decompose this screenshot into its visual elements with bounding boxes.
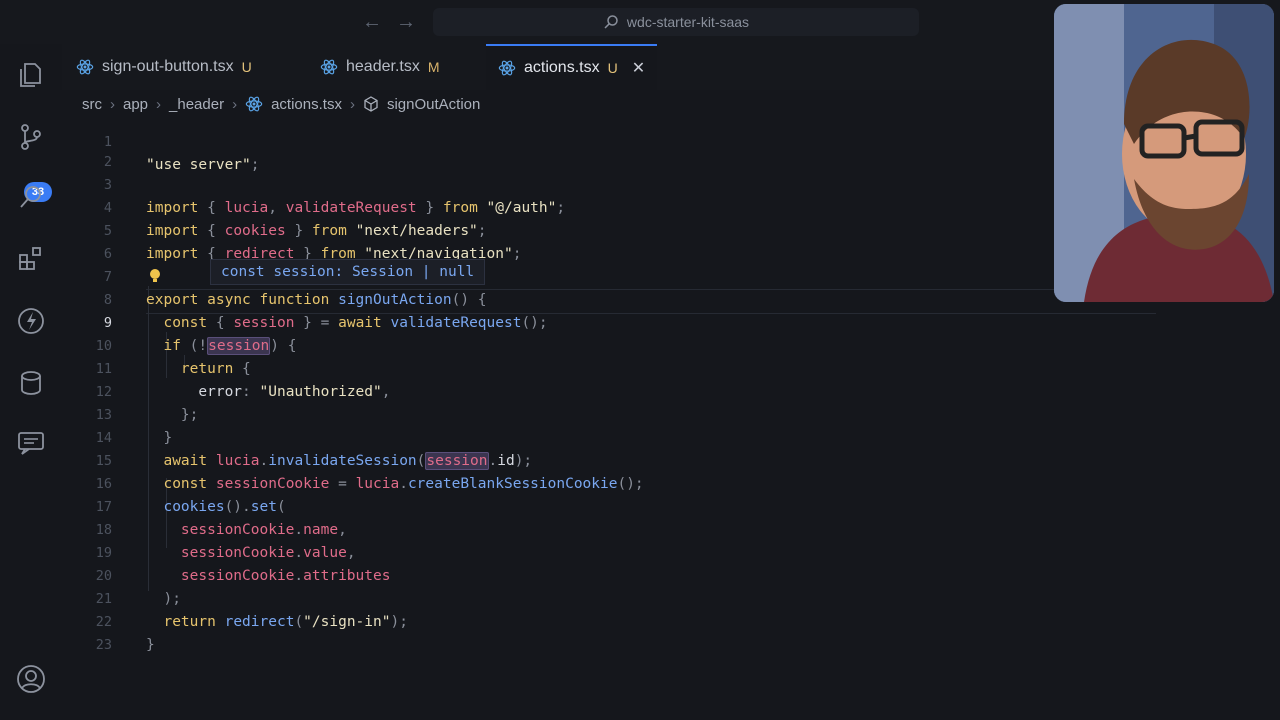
tab-status: M — [427, 59, 440, 75]
chevron-right-icon: › — [110, 95, 115, 113]
code-editor[interactable]: 1 "use server"; 2 3 import { lucia, vali… — [62, 116, 1156, 720]
webcam-person-image — [1054, 4, 1274, 302]
code-text: export async function signOutAction() { — [146, 292, 487, 308]
code-line: 7 export async function signOutAction() … — [62, 243, 487, 308]
tab-label: header.tsx — [346, 58, 420, 75]
code-line: 18 sessionCookie.value, — [62, 496, 356, 561]
code-line: 6 — [62, 220, 112, 262]
code-text: sessionCookie.attributes — [180, 568, 391, 584]
webcam-overlay — [1054, 4, 1274, 302]
arrow-left-icon[interactable]: ← — [362, 10, 382, 34]
hover-tooltip-text: const session: Session | null — [221, 264, 475, 280]
breadcrumb-item[interactable]: actions.tsx — [271, 96, 342, 113]
activity-bar: 33 — [0, 44, 62, 720]
code-text: ); — [163, 591, 181, 607]
react-icon — [498, 60, 516, 76]
code-line: 4 import { cookies } from "next/headers"… — [62, 174, 487, 239]
code-text: } — [146, 637, 155, 653]
tab-status: U — [607, 60, 618, 76]
database-icon[interactable] — [16, 368, 46, 398]
hover-tooltip: const session: Session | null — [210, 259, 486, 285]
code-text: const sessionCookie = lucia.createBlankS… — [163, 476, 644, 492]
code-text: }; — [180, 407, 199, 423]
code-line: 23 — [62, 611, 112, 653]
source-control-icon[interactable] — [16, 122, 46, 152]
line-number: 23 — [95, 637, 112, 653]
code-text: const { session } = await validateReques… — [163, 315, 548, 331]
code-text: sessionCookie.value, — [180, 545, 356, 561]
extensions-icon[interactable] — [16, 244, 46, 274]
chevron-right-icon: › — [156, 95, 162, 113]
lightbulb-icon[interactable] — [148, 268, 162, 284]
cube-icon — [364, 96, 378, 112]
explorer-icon[interactable] — [16, 60, 46, 90]
arrow-right-icon[interactable]: → — [396, 10, 416, 34]
code-line: 17 sessionCookie.name, — [62, 473, 347, 538]
lightning-icon[interactable] — [16, 306, 46, 336]
search-icon[interactable] — [16, 182, 46, 212]
tab-label: sign-out-button.tsx — [102, 58, 234, 75]
breadcrumb: src › app › _header › actions.tsx › sign… — [82, 94, 480, 114]
code-line: 5 import { redirect } from "next/navigat… — [62, 197, 522, 262]
react-icon — [320, 59, 338, 75]
search-text: wdc-starter-kit-saas — [626, 14, 750, 30]
code-text: import { lucia, validateRequest } from "… — [146, 200, 566, 216]
breadcrumb-item[interactable]: signOutAction — [387, 96, 480, 113]
code-line: 9 if (!session) { — [62, 289, 296, 355]
code-text: if (!session) { — [163, 337, 297, 355]
chat-icon[interactable] — [16, 428, 46, 458]
command-search-bar[interactable]: wdc-starter-kit-saas — [433, 8, 919, 36]
code-line: 12 }; — [62, 358, 199, 423]
code-text: "use server"; — [146, 157, 260, 173]
tab-status: U — [241, 59, 252, 75]
code-text: await lucia.invalidateSession(session.id… — [163, 452, 533, 470]
chevron-right-icon: › — [232, 95, 238, 113]
react-icon — [245, 96, 263, 112]
code-line: 20 ); — [62, 542, 181, 607]
tab-sign-out-button[interactable]: sign-out-button.tsx U — [76, 44, 252, 90]
code-text: sessionCookie.name, — [180, 522, 347, 538]
code-line: 21 return redirect("/sign-in"); — [62, 565, 408, 630]
nav-arrows: ← → — [362, 10, 416, 34]
breadcrumb-item[interactable]: app — [123, 96, 148, 113]
tab-actions[interactable]: actions.tsx U ✕ — [486, 44, 658, 90]
code-line: 22 } — [62, 588, 155, 653]
code-line: 8 const { session } = await validateRequ… — [62, 266, 548, 331]
account-icon[interactable] — [16, 664, 46, 694]
code-line: 11 error: "Unauthorized", — [62, 335, 391, 400]
react-icon — [76, 59, 94, 75]
code-text: error: "Unauthorized", — [198, 384, 391, 400]
code-line: 3 import { lucia, validateRequest } from… — [62, 151, 565, 216]
code-text: import { cookies } from "next/headers"; — [146, 223, 487, 239]
close-icon[interactable]: ✕ — [632, 58, 645, 78]
code-text: return redirect("/sign-in"); — [163, 614, 408, 630]
code-line: 13 } — [62, 381, 172, 446]
code-line: 16 cookies().set( — [62, 450, 286, 515]
breadcrumb-item[interactable]: _header — [169, 96, 224, 113]
code-line: 2 — [62, 128, 112, 170]
tab-label: actions.tsx — [524, 59, 600, 76]
code-text: cookies().set( — [163, 499, 286, 515]
code-line: 10 return { — [62, 312, 251, 377]
code-line: 15 const sessionCookie = lucia.createBla… — [62, 427, 644, 492]
tab-header[interactable]: header.tsx M — [320, 44, 440, 90]
chevron-right-icon: › — [349, 95, 355, 113]
search-icon — [604, 15, 618, 29]
code-line: 19 sessionCookie.attributes — [62, 519, 391, 584]
code-text: return { — [180, 361, 251, 377]
code-line: 14 await lucia.invalidateSession(session… — [62, 404, 532, 470]
code-text: } — [163, 430, 173, 446]
